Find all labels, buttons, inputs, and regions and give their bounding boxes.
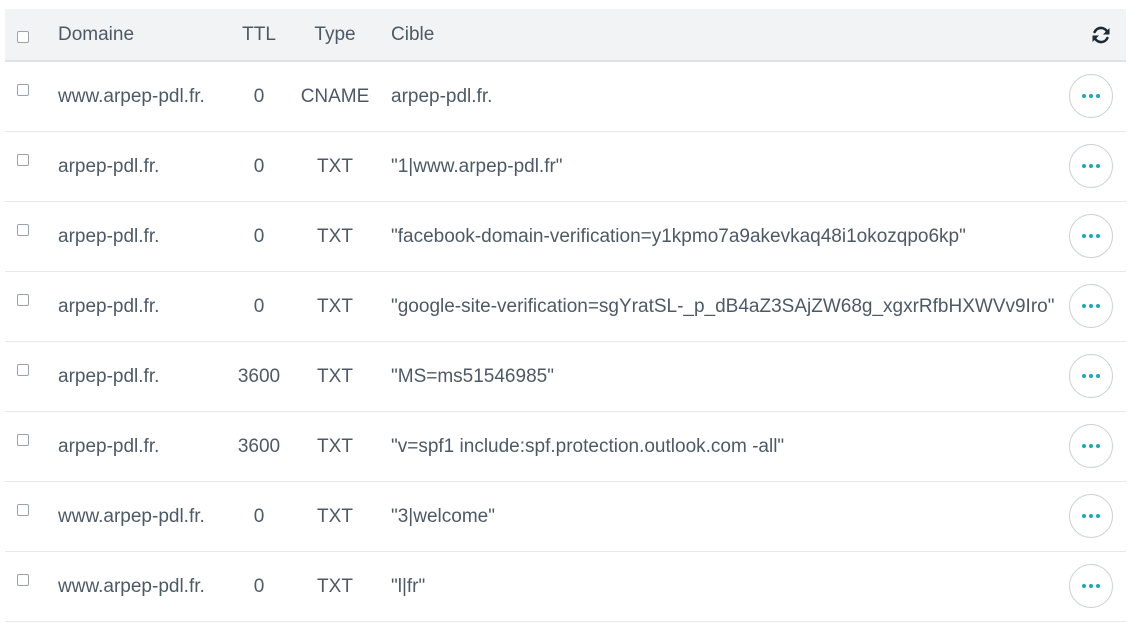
row-checkbox[interactable]	[17, 504, 29, 516]
cell-target: "1|www.arpep-pdl.fr"	[391, 156, 563, 177]
cell-type: TXT	[317, 436, 353, 457]
select-all-checkbox[interactable]	[17, 31, 29, 43]
column-header-type[interactable]: Type	[295, 9, 375, 60]
row-checkbox[interactable]	[17, 294, 29, 306]
cell-target: "MS=ms51546985"	[391, 366, 554, 387]
table-row: arpep-pdl.fr. 3600 TXT "MS=ms51546985"	[5, 342, 1126, 412]
cell-ttl: 0	[253, 156, 265, 177]
table-header: Domaine TTL Type Cible	[5, 9, 1126, 62]
table-row: arpep-pdl.fr. 0 TXT "1|www.arpep-pdl.fr"	[5, 132, 1126, 202]
cell-ttl: 0	[253, 226, 265, 247]
cell-target: arpep-pdl.fr.	[391, 86, 493, 107]
row-checkbox[interactable]	[17, 154, 29, 166]
column-header-domain[interactable]: Domaine	[58, 9, 134, 60]
row-actions-button[interactable]	[1069, 354, 1113, 398]
cell-domain: www.arpep-pdl.fr.	[58, 86, 205, 107]
table-body: www.arpep-pdl.fr. 0 CNAME arpep-pdl.fr. …	[5, 62, 1126, 622]
table-row: www.arpep-pdl.fr. 0 TXT "3|welcome"	[5, 482, 1126, 552]
cell-domain: www.arpep-pdl.fr.	[58, 576, 205, 597]
cell-target: "l|fr"	[391, 576, 426, 597]
row-checkbox[interactable]	[17, 84, 29, 96]
row-checkbox[interactable]	[17, 364, 29, 376]
dns-records-table: Domaine TTL Type Cible www.arpep-pdl.fr.…	[5, 9, 1126, 622]
more-icon	[1082, 234, 1100, 238]
cell-domain: arpep-pdl.fr.	[58, 226, 160, 247]
row-checkbox[interactable]	[17, 224, 29, 236]
cell-type: TXT	[317, 366, 353, 387]
more-icon	[1082, 374, 1100, 378]
table-row: arpep-pdl.fr. 3600 TXT "v=spf1 include:s…	[5, 412, 1126, 482]
cell-ttl: 3600	[237, 366, 281, 387]
cell-type: TXT	[317, 576, 353, 597]
column-header-ttl[interactable]: TTL	[219, 9, 299, 60]
table-row: arpep-pdl.fr. 0 TXT "google-site-verific…	[5, 272, 1126, 342]
more-icon	[1082, 584, 1100, 588]
row-actions-button[interactable]	[1069, 564, 1113, 608]
row-checkbox[interactable]	[17, 434, 29, 446]
more-icon	[1082, 514, 1100, 518]
cell-ttl: 0	[253, 86, 265, 107]
cell-ttl: 0	[253, 506, 265, 527]
cell-domain: arpep-pdl.fr.	[58, 436, 160, 457]
cell-type: CNAME	[300, 86, 370, 107]
cell-domain: arpep-pdl.fr.	[58, 156, 160, 177]
row-actions-button[interactable]	[1069, 144, 1113, 188]
row-actions-button[interactable]	[1069, 284, 1113, 328]
cell-type: TXT	[317, 156, 353, 177]
row-actions-button[interactable]	[1069, 424, 1113, 468]
table-row: www.arpep-pdl.fr. 0 CNAME arpep-pdl.fr.	[5, 62, 1126, 132]
cell-type: TXT	[317, 226, 353, 247]
row-actions-button[interactable]	[1069, 494, 1113, 538]
cell-target: "google-site-verification=sgYratSL-_p_dB…	[391, 296, 1055, 317]
column-header-target[interactable]: Cible	[391, 9, 434, 60]
cell-type: TXT	[317, 296, 353, 317]
cell-target: "facebook-domain-verification=y1kpmo7a9a…	[391, 226, 966, 247]
more-icon	[1082, 94, 1100, 98]
more-icon	[1082, 444, 1100, 448]
row-checkbox[interactable]	[17, 574, 29, 586]
cell-target: "3|welcome"	[391, 506, 495, 527]
cell-ttl: 0	[253, 576, 265, 597]
cell-ttl: 3600	[237, 436, 281, 457]
more-icon	[1082, 304, 1100, 308]
cell-type: TXT	[317, 506, 353, 527]
more-icon	[1082, 164, 1100, 168]
row-actions-button[interactable]	[1069, 214, 1113, 258]
refresh-icon[interactable]	[1090, 24, 1112, 46]
cell-domain: arpep-pdl.fr.	[58, 296, 160, 317]
table-row: arpep-pdl.fr. 0 TXT "facebook-domain-ver…	[5, 202, 1126, 272]
cell-target: "v=spf1 include:spf.protection.outlook.c…	[391, 436, 785, 457]
row-actions-button[interactable]	[1069, 74, 1113, 118]
table-row: www.arpep-pdl.fr. 0 TXT "l|fr"	[5, 552, 1126, 622]
cell-ttl: 0	[253, 296, 265, 317]
cell-domain: www.arpep-pdl.fr.	[58, 506, 205, 527]
cell-domain: arpep-pdl.fr.	[58, 366, 160, 387]
